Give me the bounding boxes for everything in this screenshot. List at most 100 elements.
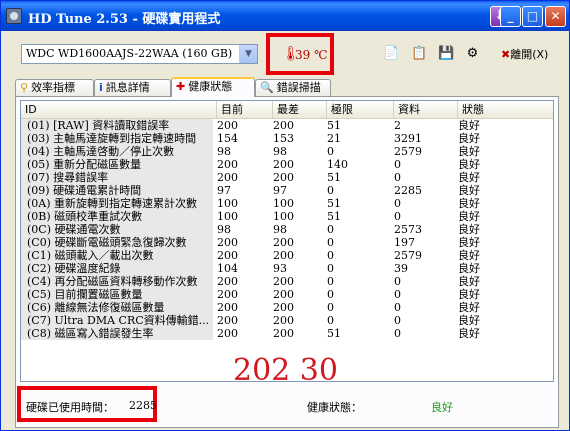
- save-icon[interactable]: 💾: [438, 46, 455, 62]
- current-value: 200: [217, 301, 238, 314]
- current-value: 100: [217, 197, 238, 210]
- column-header-id[interactable]: ID: [21, 101, 217, 118]
- info-icon: i: [99, 81, 103, 94]
- threshold-value: 0: [327, 288, 334, 301]
- table-row[interactable]: (01) [RAW] 資料讀取錯誤率 200 200 51 2 良好: [21, 119, 553, 132]
- threshold-value: 51: [327, 327, 341, 340]
- threshold-value: 51: [327, 197, 341, 210]
- exit-icon: ✖: [501, 48, 511, 61]
- tab-health[interactable]: ✚ 健康狀態: [171, 77, 255, 97]
- worst-value: 200: [273, 288, 294, 301]
- raw-data-value: 0: [394, 314, 401, 327]
- table-row[interactable]: (C8) 磁區寫入錯誤發生率 200 200 51 0 良好: [21, 327, 553, 340]
- tab-benchmark[interactable]: ⚲ 效率指標: [15, 79, 94, 96]
- raw-data-value: 2579: [394, 145, 422, 158]
- threshold-value: 51: [327, 171, 341, 184]
- table-row[interactable]: (C1) 磁頭載入／載出次數 200 200 0 2579 良好: [21, 249, 553, 262]
- table-row[interactable]: (07) 搜尋錯誤率 200 200 51 0 良好: [21, 171, 553, 184]
- status-value: 良好: [458, 119, 480, 132]
- current-value: 200: [217, 327, 238, 340]
- attribute-id: (C4) 再分配磁區資料轉移動作次數: [21, 275, 213, 288]
- column-header-data[interactable]: 資料: [394, 101, 458, 118]
- worst-value: 200: [273, 275, 294, 288]
- raw-data-value: 0: [394, 158, 401, 171]
- raw-data-value: 0: [394, 301, 401, 314]
- raw-data-value: 0: [394, 197, 401, 210]
- column-header-threshold[interactable]: 極限: [327, 101, 394, 118]
- worst-value: 153: [273, 132, 294, 145]
- table-row[interactable]: (C2) 硬碟溫度紀錄 104 93 0 39 良好: [21, 262, 553, 275]
- attribute-id: (C7) Ultra DMA CRC資料傳輸錯...: [21, 314, 213, 327]
- window-title: HD Tune 2.53 - 硬碟實用程式: [28, 12, 221, 27]
- table-row[interactable]: (C4) 再分配磁區資料轉移動作次數 200 200 0 0 良好: [21, 275, 553, 288]
- current-value: 104: [217, 262, 238, 275]
- status-value: 良好: [458, 184, 480, 197]
- table-row[interactable]: (C6) 離線無法修復磁區數量 200 200 0 0 良好: [21, 301, 553, 314]
- minimize-button[interactable]: _: [500, 6, 521, 27]
- column-header-status[interactable]: 狀態: [458, 101, 553, 118]
- attribute-id: (0B) 磁頭校準重試次數: [21, 210, 213, 223]
- status-value: 良好: [458, 210, 480, 223]
- current-value: 97: [217, 184, 231, 197]
- status-value: 良好: [458, 288, 480, 301]
- worst-value: 200: [273, 314, 294, 327]
- drive-select[interactable]: WDC WD1600AAJS-22WAA (160 GB) ▼: [21, 44, 258, 64]
- attribute-id: (C6) 離線無法修復磁區數量: [21, 301, 213, 314]
- temperature-highlight: 🌡 39 ℃: [266, 33, 334, 75]
- status-value: 良好: [458, 158, 480, 171]
- tab-error-scan[interactable]: 🔍 錯誤掃描: [255, 79, 331, 96]
- copy-text-icon[interactable]: 📄: [383, 46, 400, 62]
- current-value: 200: [217, 249, 238, 262]
- table-row[interactable]: (0B) 磁頭校準重試次數 100 100 51 0 良好: [21, 210, 553, 223]
- worst-value: 200: [273, 327, 294, 340]
- raw-data-value: 2285: [394, 184, 422, 197]
- column-header-current[interactable]: 目前: [217, 101, 273, 118]
- table-row[interactable]: (03) 主軸馬達旋轉到指定轉速時間 154 153 21 3291 良好: [21, 132, 553, 145]
- attribute-id: (0C) 硬碟通電次數: [21, 223, 213, 236]
- status-value: 良好: [458, 249, 480, 262]
- current-value: 200: [217, 236, 238, 249]
- threshold-value: 0: [327, 184, 334, 197]
- options-icon[interactable]: ⚙: [464, 46, 481, 62]
- current-value: 200: [217, 275, 238, 288]
- table-row[interactable]: (C0) 硬碟斷電磁頭緊急復歸次數 200 200 0 197 良好: [21, 236, 553, 249]
- status-value: 良好: [458, 236, 480, 249]
- exit-button[interactable]: ✖離開(X): [501, 46, 548, 62]
- column-header-worst[interactable]: 最差: [273, 101, 327, 118]
- status-value: 良好: [458, 275, 480, 288]
- health-status-value: 良好: [431, 401, 453, 414]
- status-value: 良好: [458, 171, 480, 184]
- worst-value: 93: [273, 262, 287, 275]
- worst-value: 200: [273, 158, 294, 171]
- tab-info[interactable]: i 訊息詳情: [94, 79, 171, 96]
- title-bar[interactable]: HD Tune 2.53 - 硬碟實用程式 ⬇ _ □ ✕: [1, 1, 569, 31]
- status-value: 良好: [458, 262, 480, 275]
- overlay-annotation: 202 30: [233, 353, 338, 388]
- attribute-id: (03) 主軸馬達旋轉到指定轉速時間: [21, 132, 213, 145]
- table-row[interactable]: (09) 硬碟通電累計時間 97 97 0 2285 良好: [21, 184, 553, 197]
- current-value: 200: [217, 158, 238, 171]
- threshold-value: 21: [327, 132, 341, 145]
- attribute-id: (04) 主軸馬達啓動／停止次數: [21, 145, 213, 158]
- temperature-value: 39 ℃: [295, 48, 328, 62]
- maximize-button[interactable]: □: [522, 6, 543, 27]
- table-row[interactable]: (0A) 重新旋轉到指定轉速累計次數 100 100 51 0 良好: [21, 197, 553, 210]
- threshold-value: 0: [327, 145, 334, 158]
- raw-data-value: 197: [394, 236, 415, 249]
- smart-table[interactable]: ID 目前 最差 極限 資料 狀態 (01) [RAW] 資料讀取錯誤率 200 2…: [20, 100, 554, 382]
- raw-data-value: 2: [394, 119, 401, 132]
- status-value: 良好: [458, 197, 480, 210]
- table-row[interactable]: (05) 重新分配磁區數量 200 200 140 0 良好: [21, 158, 553, 171]
- close-button[interactable]: ✕: [545, 6, 566, 27]
- table-row[interactable]: (C5) 目前攔置磁區數量 200 200 0 0 良好: [21, 288, 553, 301]
- raw-data-value: 3291: [394, 132, 422, 145]
- current-value: 154: [217, 132, 238, 145]
- table-row[interactable]: (04) 主軸馬達啓動／停止次數 98 98 0 2579 良好: [21, 145, 553, 158]
- table-row[interactable]: (0C) 硬碟通電次數 98 98 0 2573 良好: [21, 223, 553, 236]
- attribute-id: (C1) 磁頭載入／載出次數: [21, 249, 213, 262]
- raw-data-value: 0: [394, 288, 401, 301]
- table-row[interactable]: (C7) Ultra DMA CRC資料傳輸錯... 200 200 0 0 良好: [21, 314, 553, 327]
- threshold-value: 51: [327, 210, 341, 223]
- copy-screenshot-icon[interactable]: 📋: [411, 46, 428, 62]
- chevron-down-icon[interactable]: ▼: [239, 45, 257, 63]
